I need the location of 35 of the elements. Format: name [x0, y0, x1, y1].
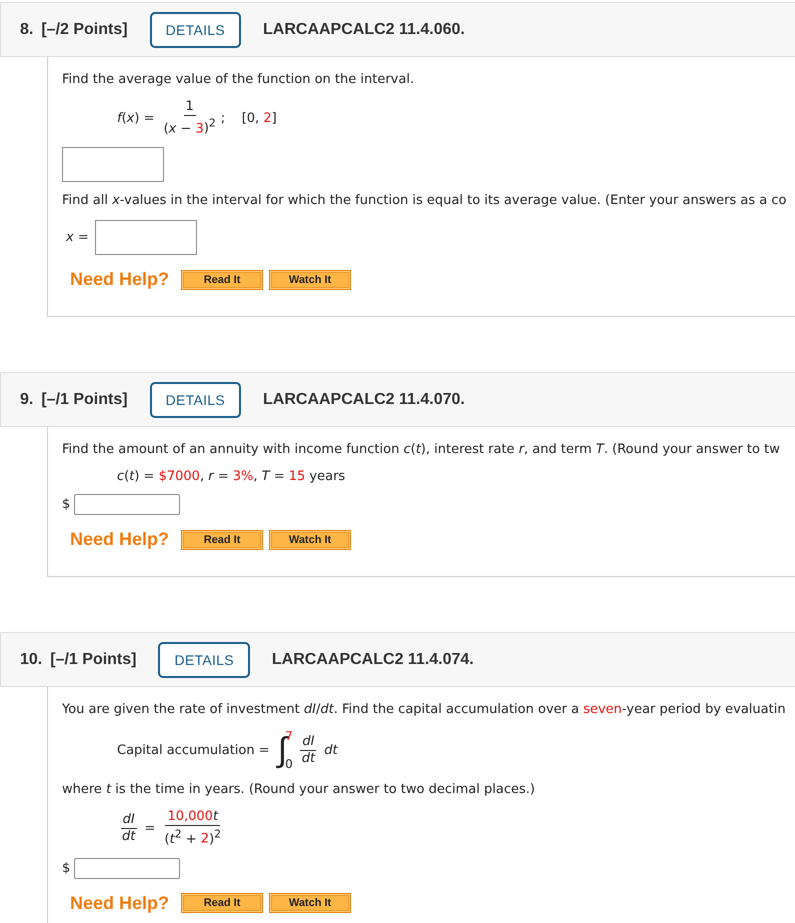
problem-code: LARCAAPCALC2 11.4.070.: [263, 390, 465, 409]
problem-code: LARCAAPCALC2 11.4.074.: [272, 650, 474, 669]
question-number: 9.: [20, 390, 34, 409]
need-help-label: Need Help?: [70, 529, 170, 550]
points-label: [–/1 Points]: [41, 390, 128, 409]
points-label: [–/2 Points]: [41, 20, 128, 38]
answer-field[interactable]: [74, 494, 180, 516]
question-number: 8.: [20, 20, 34, 38]
help-button[interactable]: Watch It: [269, 530, 352, 550]
answer-field[interactable]: [94, 220, 197, 256]
question-text: where t is the time in years. (Round your answer to two decimal places.): [62, 781, 535, 800]
help-button[interactable]: Watch It: [269, 270, 352, 290]
math-formula: f(x) = 1 (x − 3)$^{2}$ ; [0, 2]: [117, 99, 277, 138]
question-text: You are given the rate of investment dI/dt. Find the capital accumulation over a seven-year period by evaluatin: [62, 701, 786, 720]
question-text: Find all x-values in the interval for which the function is equal to its average value. (Enter your answers as a co: [62, 192, 786, 210]
question-text: Find the amount of an annuity with income function c(t), interest rate r, and term T. (Round your answer to tw: [62, 441, 780, 460]
answer-field[interactable]: [62, 147, 164, 182]
question-text: Find the average value of the function on the interval.: [62, 71, 414, 89]
math-formula: c(t) = $7000, r = 3%, T = 15 years: [117, 469, 346, 484]
help-button[interactable]: Read It: [181, 530, 264, 550]
need-help-label: Need Help?: [70, 892, 170, 914]
help-button[interactable]: Read It: [181, 270, 264, 290]
details-button[interactable]: DETAILS: [150, 382, 241, 418]
currency-label: $: [62, 497, 70, 512]
points-label: [–/1 Points]: [50, 650, 136, 669]
help-button[interactable]: Watch It: [269, 893, 352, 914]
currency-label: $: [62, 860, 70, 876]
problem-code: LARCAAPCALC2 11.4.060.: [263, 20, 465, 38]
help-button[interactable]: Read It: [181, 893, 264, 914]
need-help-label: Need Help?: [70, 269, 170, 290]
question-number: 10.: [20, 650, 42, 669]
answer-label: x =: [66, 230, 89, 246]
details-button[interactable]: DETAILS: [150, 12, 241, 48]
details-button[interactable]: DETAILS: [158, 642, 250, 678]
answer-field[interactable]: [74, 858, 180, 879]
